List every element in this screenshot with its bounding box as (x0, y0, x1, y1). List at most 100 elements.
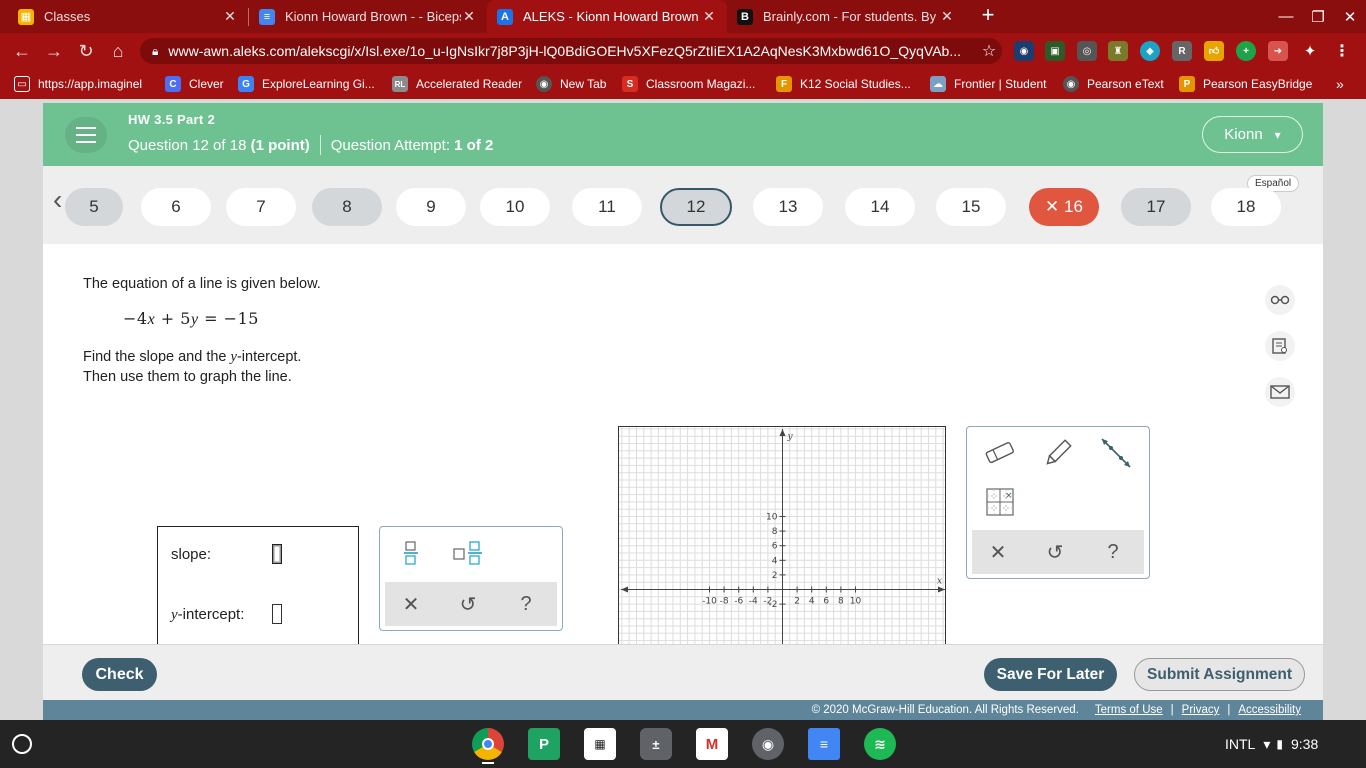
bookmark-item[interactable]: C Clever (165, 69, 224, 99)
bookmark-star-icon[interactable]: ☆ (976, 41, 1002, 61)
system-tray[interactable]: INTL ▾ ▮ 9:38 (1225, 730, 1318, 758)
graph-grid[interactable]: -10 -8 -6 -4 -2 2 4 6 8 10108642-2xy (619, 427, 946, 666)
bookmark-item[interactable]: ◉ Pearson eText (1063, 69, 1164, 99)
menu-dots-icon[interactable]: ⋮ (1332, 41, 1352, 61)
clear-icon[interactable]: ✕ (391, 587, 431, 621)
grid-point-icon[interactable]: × (980, 483, 1020, 521)
clear-graph-icon[interactable]: ✕ (978, 535, 1018, 569)
chrome-app-icon[interactable] (472, 728, 504, 760)
menu-button[interactable] (65, 117, 107, 153)
bookmark-item[interactable]: ◉ New Tab (536, 69, 606, 99)
bookmark-item[interactable]: ▭ https://app.imaginel (14, 69, 142, 99)
question-button-14[interactable]: 14 (845, 188, 915, 226)
close-icon[interactable]: ✕ (222, 8, 238, 25)
terms-link[interactable]: Terms of Use (1095, 704, 1163, 716)
undo-graph-icon[interactable]: ↺ (1035, 535, 1075, 569)
previous-questions-icon[interactable]: ‹ (53, 184, 62, 216)
y-tick-label: 6 (772, 542, 778, 552)
tab-classes[interactable]: ▦ Classes ✕ (8, 0, 248, 33)
eraser-icon[interactable] (980, 434, 1020, 472)
privacy-link[interactable]: Privacy (1182, 704, 1220, 716)
address-bar[interactable]: 🔒︎ www-awn.aleks.com/alekscgi/x/Isl.exe/… (140, 38, 1002, 64)
question-button-11[interactable]: 11 (572, 188, 642, 226)
forward-icon[interactable]: → (42, 39, 66, 63)
user-menu-button[interactable]: Kionn ▾ (1202, 116, 1303, 153)
bookmark-item[interactable]: G ExploreLearning Gi... (238, 69, 375, 99)
close-icon[interactable]: ✕ (461, 8, 477, 25)
camera-app-icon[interactable]: ◉ (752, 728, 784, 760)
tab-aleks[interactable]: A ALEKS - Kionn Howard Brown - H ✕ (487, 0, 727, 33)
y-tick-label: 10 (766, 513, 778, 523)
docs-app-icon[interactable]: ≡ (808, 728, 840, 760)
question-button-13[interactable]: 13 (753, 188, 823, 226)
new-tab-button[interactable]: + (976, 4, 1000, 28)
mixed-number-icon[interactable] (448, 536, 488, 570)
question-button-10[interactable]: 10 (480, 188, 550, 226)
minimize-icon[interactable]: — (1270, 0, 1302, 33)
submit-assignment-button[interactable]: Submit Assignment (1134, 658, 1305, 691)
more-bookmarks-icon[interactable]: » (1336, 69, 1344, 99)
restore-icon[interactable]: ❐ (1302, 0, 1334, 33)
bookmark-item[interactable]: S Classroom Magazi... (622, 69, 755, 99)
k12-icon: F (776, 76, 792, 92)
bookmark-item[interactable]: P Pearson EasyBridge (1179, 69, 1312, 99)
question-button-9[interactable]: 9 (396, 188, 466, 226)
undo-icon[interactable]: ↺ (448, 587, 488, 621)
extension-icon[interactable]: ◉ (1014, 41, 1034, 61)
url-text[interactable]: www-awn.aleks.com/alekscgi/x/Isl.exe/1o_… (168, 43, 976, 59)
question-button-16[interactable]: ✕ 16 (1029, 188, 1099, 226)
bookmark-item[interactable]: ☁ Frontier | Student (930, 69, 1047, 99)
question-button-5[interactable]: 5 (65, 188, 123, 226)
extension-icon[interactable]: R (1172, 41, 1192, 61)
launcher-icon[interactable] (12, 734, 32, 754)
bookmark-item[interactable]: F K12 Social Studies... (776, 69, 911, 99)
question-button-15[interactable]: 15 (936, 188, 1006, 226)
extension-icon[interactable]: + (1236, 41, 1256, 61)
fraction-icon[interactable] (391, 536, 431, 570)
folder-icon: ▭ (14, 76, 30, 92)
slope-input[interactable] (272, 544, 282, 564)
mail-icon[interactable] (1265, 377, 1295, 407)
chrome-icon: ◉ (536, 76, 552, 92)
extension-icon[interactable]: ▣ (1045, 41, 1065, 61)
question-button-6[interactable]: 6 (141, 188, 211, 226)
calculator-app-icon[interactable]: ± (640, 728, 672, 760)
reload-icon[interactable]: ↻ (74, 39, 98, 63)
question-button-12[interactable]: 12 (660, 188, 732, 226)
qr-app-icon[interactable]: ▦ (584, 728, 616, 760)
brainly-favicon: B (737, 8, 753, 25)
classroom-app-icon[interactable]: P (528, 728, 560, 760)
line-tool-icon[interactable] (1096, 434, 1136, 472)
puzzle-icon[interactable]: ✦ (1300, 41, 1320, 61)
graph-help-icon[interactable]: ? (1093, 535, 1133, 569)
save-for-later-button[interactable]: Save For Later (984, 658, 1117, 691)
glasses-icon[interactable] (1265, 285, 1295, 315)
question-button-17[interactable]: 17 (1121, 188, 1191, 226)
accessibility-link[interactable]: Accessibility (1238, 704, 1301, 716)
pencil-icon[interactable] (1038, 434, 1078, 472)
close-icon[interactable]: ✕ (939, 8, 955, 25)
extension-icon[interactable]: ◎ (1077, 41, 1097, 61)
check-button[interactable]: Check (82, 658, 157, 691)
gmail-app-icon[interactable]: M (696, 728, 728, 760)
help-icon[interactable]: ? (506, 587, 546, 621)
extension-icon[interactable]: ♜ (1108, 41, 1128, 61)
home-icon[interactable]: ⌂ (106, 39, 130, 63)
question-button-7[interactable]: 7 (226, 188, 296, 226)
back-icon[interactable]: ← (10, 39, 34, 63)
bookmark-item[interactable]: RL Accelerated Reader (392, 69, 522, 99)
assignment-header: HW 3.5 Part 2 Question 12 of 18 (1 point… (43, 103, 1323, 166)
coordinate-graph[interactable]: -10 -8 -6 -4 -2 2 4 6 8 10 10 8 6 4 2 -2 x y (618, 426, 946, 666)
extension-icon[interactable]: ➜ (1268, 41, 1288, 61)
reference-book-icon[interactable] (1265, 331, 1295, 361)
question-button-18[interactable]: 18 (1211, 188, 1281, 226)
spotify-app-icon[interactable]: ≋ (864, 728, 896, 760)
tab-brainly[interactable]: B Brainly.com - For students. By st ✕ (727, 0, 965, 33)
tab-docs[interactable]: ≡ Kionn Howard Brown - - Biceps/T ✕ (249, 0, 487, 33)
close-icon[interactable]: ✕ (701, 8, 717, 25)
close-window-icon[interactable]: ✕ (1334, 0, 1366, 33)
question-button-8[interactable]: 8 (312, 188, 382, 226)
y-intercept-input[interactable] (272, 604, 282, 624)
extension-icon[interactable]: ◆ (1140, 41, 1160, 61)
extension-icon[interactable]: 👍︎ (1204, 41, 1224, 61)
